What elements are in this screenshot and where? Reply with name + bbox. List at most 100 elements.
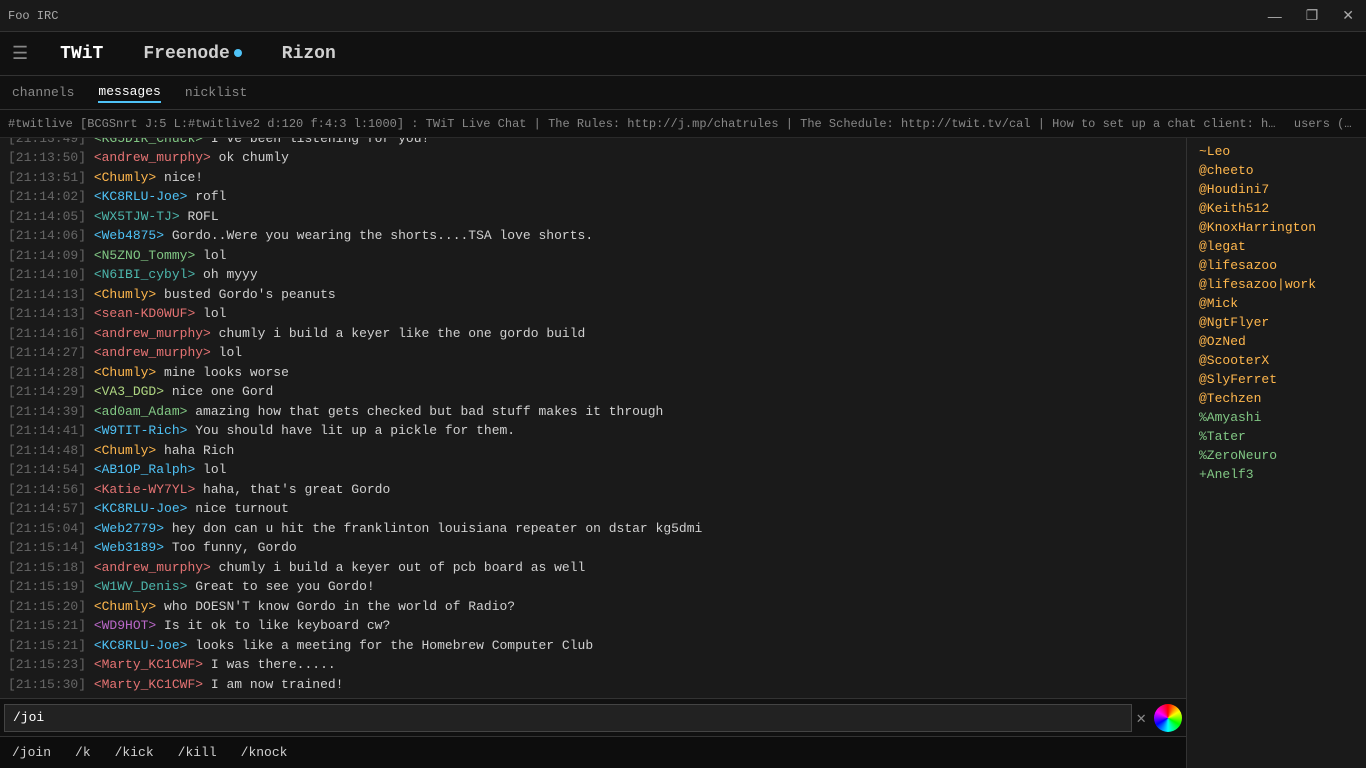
user-list-item[interactable]: @NgtFlyer [1187, 313, 1366, 332]
message-line: [21:14:54] <AB1OP_Ralph> lol [8, 460, 1178, 480]
msg-nick[interactable]: <andrew_murphy> [94, 345, 211, 360]
msg-text: nice! [156, 170, 203, 185]
user-list-item[interactable]: +Anelf3 [1187, 465, 1366, 484]
msg-nick[interactable]: <Web3189> [94, 540, 164, 555]
msg-nick[interactable]: <Marty_KC1CWF> [94, 657, 203, 672]
msg-nick[interactable]: <Web4875> [94, 228, 164, 243]
msg-nick[interactable]: <N6IBI_cybyl> [94, 267, 195, 282]
user-list-item[interactable]: @Mick [1187, 294, 1366, 313]
msg-nick[interactable]: <Chumly> [94, 365, 156, 380]
msg-nick[interactable]: <WX5TJW-TJ> [94, 209, 180, 224]
user-list-item[interactable]: ~Leo [1187, 142, 1366, 161]
user-list-item[interactable]: @Keith512 [1187, 199, 1366, 218]
msg-time: [21:14:57] [8, 501, 86, 516]
userlist: ~Leo@cheeto@Houdini7@Keith512@KnoxHarrin… [1186, 138, 1366, 768]
user-list-item[interactable]: @lifesazoo [1187, 256, 1366, 275]
msg-nick[interactable]: <W9TIT-Rich> [94, 423, 188, 438]
msg-nick[interactable]: <N5ZNO_Tommy> [94, 248, 195, 263]
server-tab-rizon[interactable]: Rizon [274, 40, 344, 68]
msg-nick[interactable]: <Web2779> [94, 521, 164, 536]
msg-nick[interactable]: <andrew_murphy> [94, 326, 211, 341]
msg-time: [21:14:13] [8, 306, 86, 321]
msg-nick[interactable]: <AB1OP_Ralph> [94, 462, 195, 477]
user-list-item[interactable]: @Houdini7 [1187, 180, 1366, 199]
msg-text: lol [211, 345, 242, 360]
msg-nick[interactable]: <andrew_murphy> [94, 150, 211, 165]
message-line: [21:15:18] <andrew_murphy> chumly i buil… [8, 558, 1178, 578]
msg-text: busted Gordo's peanuts [156, 287, 335, 302]
msg-nick[interactable]: <KC8RLU-Joe> [94, 189, 188, 204]
message-line: [21:14:05] <WX5TJW-TJ> ROFL [8, 207, 1178, 227]
clear-input-button[interactable]: ✕ [1136, 708, 1146, 728]
user-list-item[interactable]: @cheeto [1187, 161, 1366, 180]
msg-nick[interactable]: <ad0am_Adam> [94, 404, 188, 419]
titlebar-controls: — ❐ ✕ [1264, 5, 1358, 26]
subnav-channels[interactable]: channels [12, 83, 74, 102]
msg-nick[interactable]: <andrew_murphy> [94, 560, 211, 575]
subnav-messages[interactable]: messages [98, 82, 160, 103]
message-line: [21:14:57] <KC8RLU-Joe> nice turnout [8, 499, 1178, 519]
autocomplete-command[interactable]: /kill [178, 745, 217, 760]
autocomplete-command[interactable]: /join [12, 745, 51, 760]
autocomplete-bar: /join/k/kick/kill/knock [0, 736, 1186, 768]
user-list-item[interactable]: @lifesazoo|work [1187, 275, 1366, 294]
message-line: [21:15:20] <Chumly> who DOESN'T know Gor… [8, 597, 1178, 617]
server-tab-freenode[interactable]: Freenode [135, 40, 249, 68]
msg-nick[interactable]: <W1WV_Denis> [94, 579, 188, 594]
msg-time: [21:14:29] [8, 384, 86, 399]
user-list-item[interactable]: @ScooterX [1187, 351, 1366, 370]
user-list-item[interactable]: %ZeroNeuro [1187, 446, 1366, 465]
msg-text: chumly i build a keyer out of pcb board … [211, 560, 585, 575]
navbar: ☰ TWiT Freenode Rizon [0, 32, 1366, 76]
msg-text: Gordo..Were you wearing the shorts....TS… [164, 228, 593, 243]
user-list-item[interactable]: @legat [1187, 237, 1366, 256]
msg-nick[interactable]: <Katie-WY7YL> [94, 482, 195, 497]
message-line: [21:14:28] <Chumly> mine looks worse [8, 363, 1178, 383]
msg-nick[interactable]: <Chumly> [94, 170, 156, 185]
subnav-nicklist[interactable]: nicklist [185, 83, 247, 102]
msg-nick[interactable]: <sean-KD0WUF> [94, 306, 195, 321]
msg-nick[interactable]: <VA3_DGD> [94, 384, 164, 399]
autocomplete-command[interactable]: /kick [115, 745, 154, 760]
subnav: channels messages nicklist [0, 76, 1366, 110]
msg-nick[interactable]: <WD9HOT> [94, 618, 156, 633]
msg-nick[interactable]: <Marty_KC1CWF> [94, 677, 203, 692]
user-list-item[interactable]: %Amyashi [1187, 408, 1366, 427]
user-list-item[interactable]: @OzNed [1187, 332, 1366, 351]
close-button[interactable]: ✕ [1338, 5, 1358, 26]
msg-text: I am now trained! [203, 677, 343, 692]
msg-text: I've been listening for you! [203, 138, 429, 146]
user-list-item[interactable]: @Techzen [1187, 389, 1366, 408]
minimize-button[interactable]: — [1264, 6, 1286, 26]
message-line: [21:15:23] <Marty_KC1CWF> I was there...… [8, 655, 1178, 675]
topicbar: #twitlive [BCGSnrt J:5 L:#twitlive2 d:12… [0, 110, 1366, 138]
autocomplete-command[interactable]: /knock [241, 745, 288, 760]
message-line: [21:15:19] <W1WV_Denis> Great to see you… [8, 577, 1178, 597]
server-tab-twit[interactable]: TWiT [52, 40, 111, 68]
msg-nick[interactable]: <Chumly> [94, 287, 156, 302]
msg-nick[interactable]: <Chumly> [94, 599, 156, 614]
msg-text: Is it ok to like keyboard cw? [156, 618, 390, 633]
autocomplete-command[interactable]: /k [75, 745, 91, 760]
msg-text: looks like a meeting for the Homebrew Co… [187, 638, 593, 653]
msg-nick[interactable]: <KC8RLU-Joe> [94, 501, 188, 516]
input-area: ✕ [0, 698, 1186, 736]
msg-time: [21:14:39] [8, 404, 86, 419]
msg-nick[interactable]: <KC8RLU-Joe> [94, 638, 188, 653]
users-count: users (553) [1278, 117, 1358, 131]
msg-text: lol [195, 248, 226, 263]
msg-time: [21:14:09] [8, 248, 86, 263]
color-picker-button[interactable] [1154, 704, 1182, 732]
msg-time: [21:14:02] [8, 189, 86, 204]
msg-text: rofl [187, 189, 226, 204]
menu-icon[interactable]: ☰ [12, 43, 28, 65]
user-list-item[interactable]: @SlyFerret [1187, 370, 1366, 389]
msg-nick[interactable]: <KG5DIR_Chuck> [94, 138, 203, 146]
chat-input[interactable] [4, 704, 1132, 732]
user-list-item[interactable]: @KnoxHarrington [1187, 218, 1366, 237]
msg-time: [21:15:20] [8, 599, 86, 614]
msg-nick[interactable]: <Chumly> [94, 443, 156, 458]
msg-time: [21:14:05] [8, 209, 86, 224]
maximize-button[interactable]: ❐ [1302, 5, 1323, 26]
user-list-item[interactable]: %Tater [1187, 427, 1366, 446]
